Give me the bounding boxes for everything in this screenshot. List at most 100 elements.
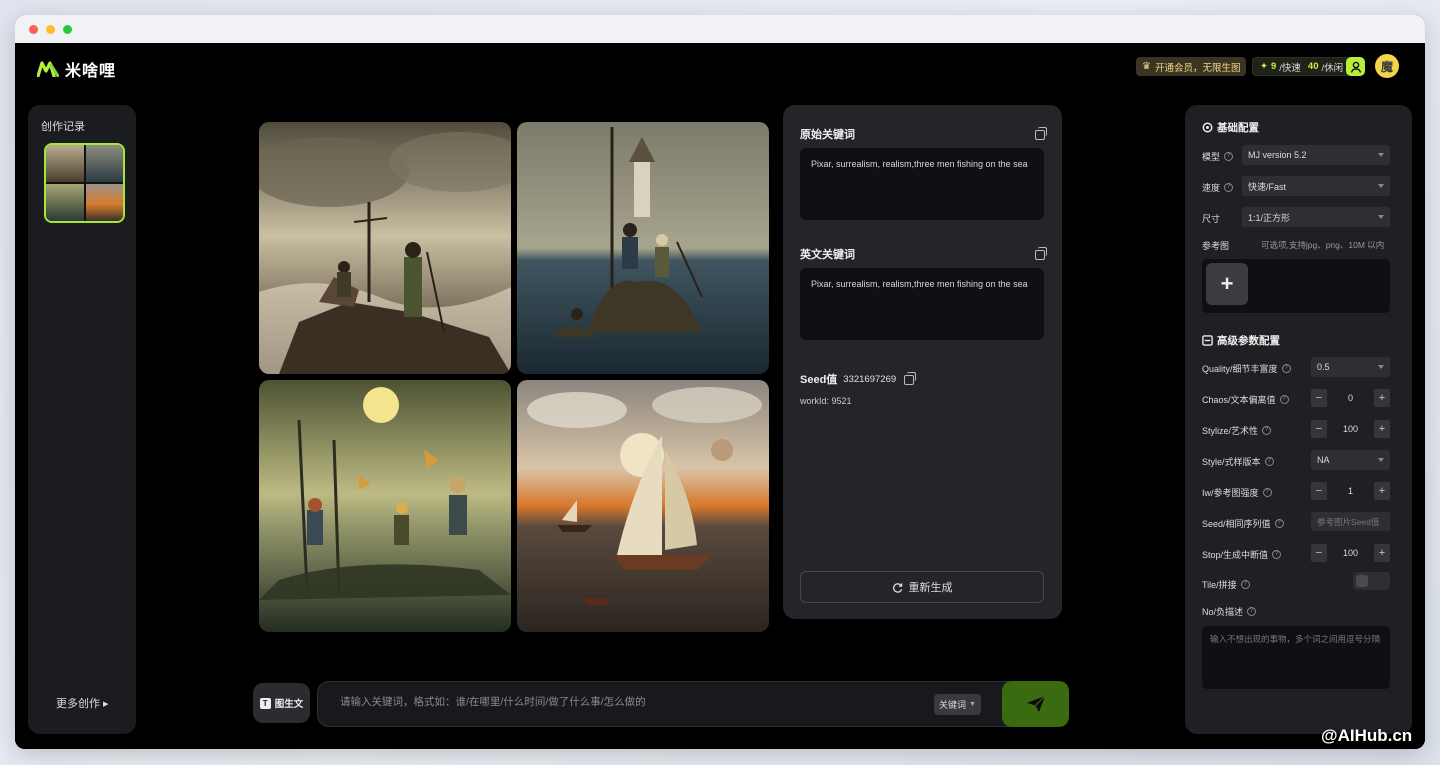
minimize-window-icon[interactable] [46,24,55,34]
regenerate-label: 重新生成 [908,582,953,594]
tile-label-text: Tile/拼接 [1202,580,1237,590]
stylize-stepper: − 100 + [1311,420,1390,438]
result-image-3[interactable] [259,380,511,632]
quality-select[interactable]: 0.5 [1311,357,1390,377]
close-window-icon[interactable] [29,24,38,34]
thumb-image-4 [85,184,123,221]
reference-image-upload: + [1202,259,1390,313]
copy-icon[interactable] [1035,247,1047,260]
help-icon[interactable]: ? [1264,457,1274,466]
stylize-label: Stylize/艺术性? [1202,424,1272,437]
text-icon: T [259,697,271,709]
crown-icon: ♛ [1142,61,1151,72]
style-label-text: Style/式样版本 [1202,457,1261,467]
iw-value[interactable]: 1 [1327,486,1374,496]
tile-toggle[interactable] [1353,572,1390,590]
avatar[interactable]: 魔 [1375,54,1399,78]
thumb-image-3 [46,184,84,221]
basic-config-title: 基础配置 [1217,122,1259,134]
decrement-button[interactable]: − [1311,544,1327,562]
browser-window: 米啥哩 ♛ 开通会员，无限生图 ✦ 9 /快速 40 /休闲 魔 创作记录 更多… [15,15,1425,749]
help-icon[interactable]: ? [1224,152,1234,161]
help-icon[interactable]: ? [1224,183,1234,192]
mode-select-value: 关键词 [939,700,967,710]
model-select[interactable]: MJ version 5.2 [1242,145,1390,165]
quality-label-text: Quality/细节丰富度 [1202,364,1278,374]
settings-panel-icon [1202,335,1213,346]
decrement-button[interactable]: − [1311,420,1327,438]
increment-button[interactable]: + [1374,389,1390,407]
increment-button[interactable]: + [1374,544,1390,562]
gear-icon [1202,122,1213,133]
work-id: workId: 9521 [800,396,852,406]
decrement-button[interactable]: − [1311,482,1327,500]
chaos-value[interactable]: 0 [1327,393,1374,403]
fast-credits-label: /快速 [1279,62,1301,74]
credits-badge[interactable]: ✦ 9 /快速 40 /休闲 [1252,57,1352,76]
help-icon[interactable]: ? [1240,580,1250,589]
result-image-2[interactable] [517,122,769,374]
stylize-label-text: Stylize/艺术性 [1202,426,1259,436]
help-icon[interactable]: ? [1281,364,1291,373]
add-image-button[interactable]: + [1206,263,1248,305]
decrement-button[interactable]: − [1311,389,1327,407]
negative-prompt-input[interactable]: 输入不想出现的事物，多个词之间用逗号分隔 [1202,626,1390,689]
help-icon[interactable]: ? [1272,550,1282,559]
speed-select-value: 快速/Fast [1248,181,1287,192]
seed-input[interactable]: 参考图片Seed值 [1311,512,1390,531]
result-image-1[interactable] [259,122,511,374]
help-icon[interactable]: ? [1247,607,1257,616]
help-icon[interactable]: ? [1262,426,1272,435]
chaos-stepper: − 0 + [1311,389,1390,407]
result-image-4[interactable] [517,380,769,632]
advanced-config-title: 高级参数配置 [1217,335,1280,347]
stop-label: Stop/生成中断值? [1202,548,1282,561]
mode-select[interactable]: 关键词 ▼ [934,694,981,715]
idle-credits-label: /休闲 [1321,62,1344,74]
image-to-text-button[interactable]: T 图生文 [253,683,310,723]
brand-name: 米啥哩 [65,63,117,80]
sparkle-icon: ✦ [1260,61,1268,72]
prompt-input[interactable] [340,696,900,708]
plus-icon: + [1220,271,1234,296]
stylize-value[interactable]: 100 [1327,424,1374,434]
copy-icon[interactable] [904,372,917,385]
maximize-window-icon[interactable] [63,24,72,34]
help-icon[interactable]: ? [1262,488,1272,497]
model-select-value: MJ version 5.2 [1248,150,1307,160]
style-select[interactable]: NA [1311,450,1390,470]
image-fishermen-rocks [259,122,511,374]
increment-button[interactable]: + [1374,420,1390,438]
speed-label-text: 速度 [1202,183,1221,193]
send-icon [1026,695,1045,712]
thumb-image-1 [46,145,84,182]
stop-value[interactable]: 100 [1327,548,1374,558]
vip-button[interactable]: ♛ 开通会员，无限生图 [1136,57,1247,76]
send-button[interactable] [1002,681,1069,727]
size-select[interactable]: 1:1/正方形 [1242,207,1390,227]
user-center-button[interactable] [1346,57,1365,76]
history-thumbnail[interactable] [44,143,125,223]
increment-button[interactable]: + [1374,482,1390,500]
reference-image-label: 参考图 [1202,241,1230,251]
style-label: Style/式样版本? [1202,455,1274,468]
speed-select[interactable]: 快速/Fast [1242,176,1390,196]
idle-credits-count: 40 [1307,61,1319,72]
help-icon[interactable]: ? [1279,395,1289,404]
seed-config-label-text: Seed/相同序列值 [1202,519,1271,529]
window-titlebar [15,15,1425,43]
advanced-config-header: 高级参数配置 [1202,333,1280,348]
prompt-bar: 关键词 ▼ [317,681,1069,727]
more-creations-link[interactable]: 更多创作 ▸ [56,695,109,711]
reference-image-hint: 可选项,支持jpg、png、10M 以内 [1261,240,1385,250]
original-prompt-title: 原始关键词 [800,129,855,141]
image-sun-swamp-fishermen [259,380,511,632]
brand-logo[interactable]: 米啥哩 [37,57,116,81]
copy-icon[interactable] [1035,127,1047,140]
regenerate-button[interactable]: 重新生成 [800,571,1044,603]
iw-label: Iw/参考图强度? [1202,486,1272,499]
english-prompt-text: Pixar, surrealism, realism,three men fis… [800,268,1044,340]
result-image-grid [259,122,769,633]
model-label: 模型? [1202,150,1234,163]
help-icon[interactable]: ? [1274,519,1284,528]
